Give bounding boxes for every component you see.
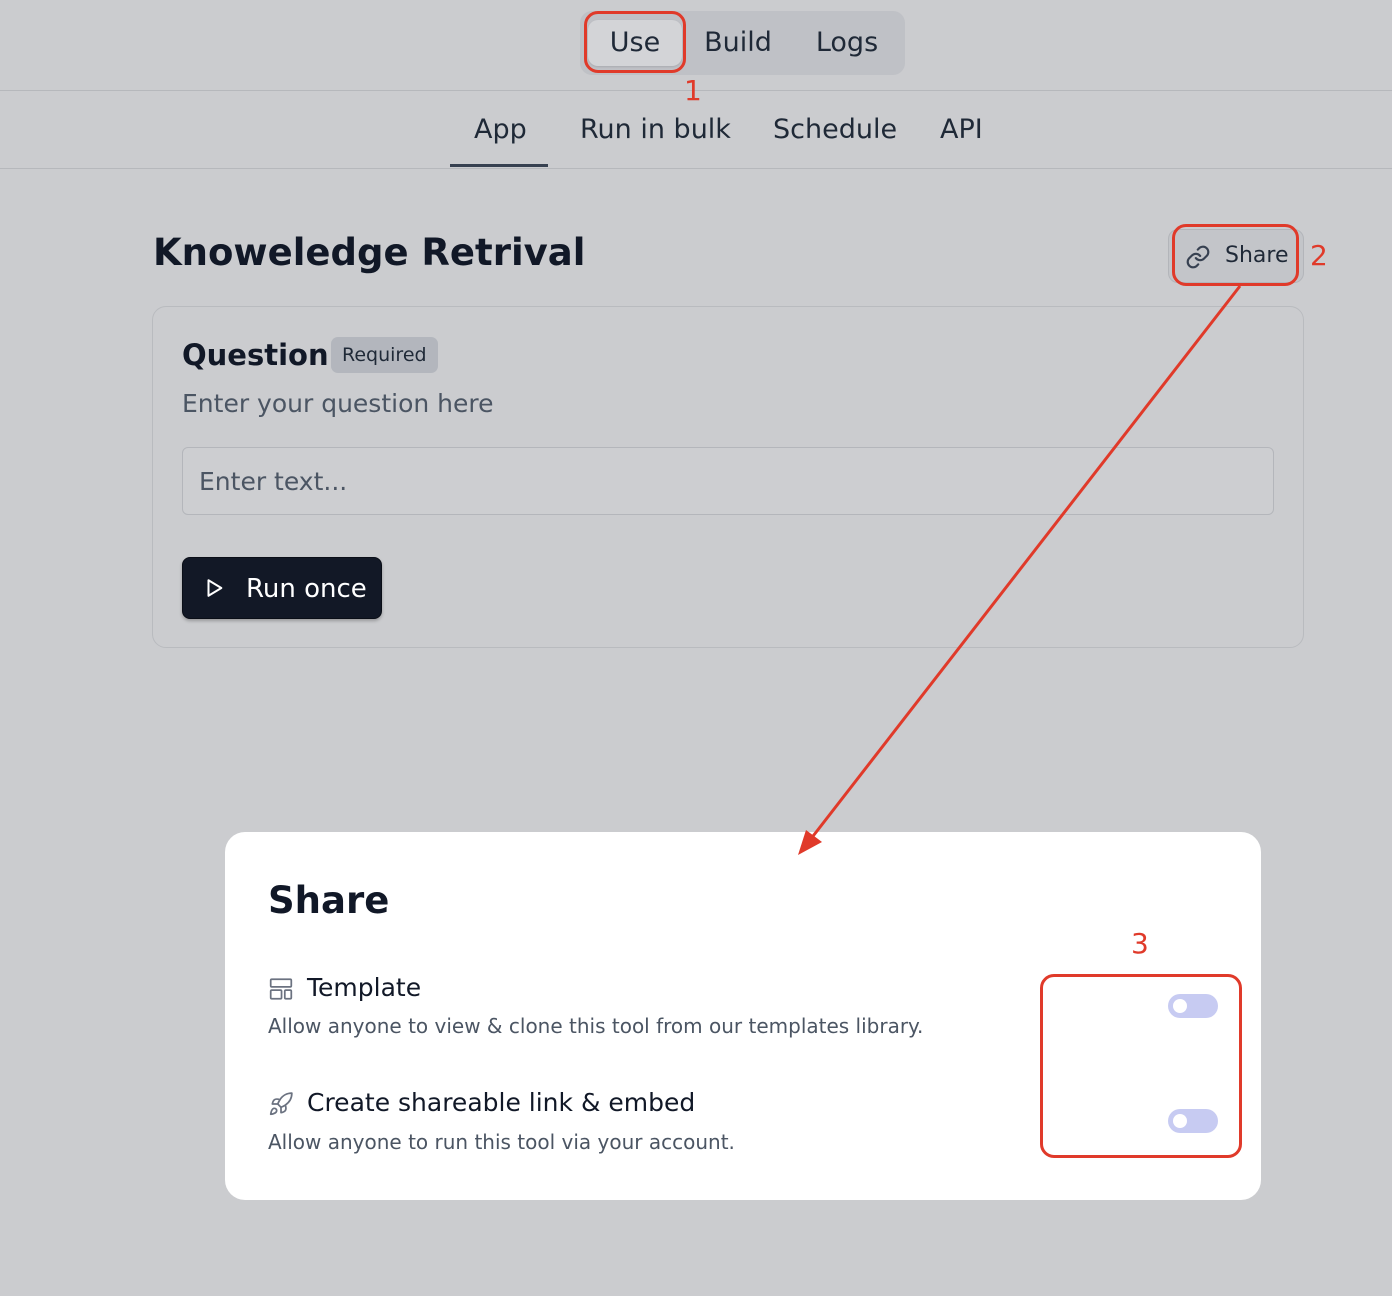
annotation-arrow <box>798 285 1242 855</box>
